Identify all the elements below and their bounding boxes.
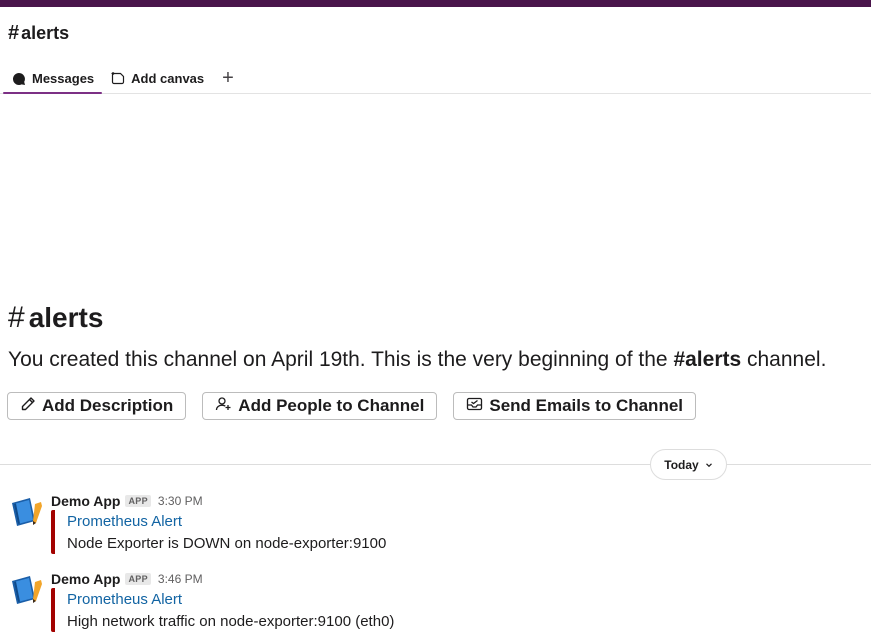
channel-tabs: Messages Add canvas + (3, 63, 244, 94)
alert-attachment: Prometheus Alert Node Exporter is DOWN o… (51, 510, 551, 554)
hash-icon: # (8, 301, 25, 334)
canvas-icon (110, 71, 126, 87)
add-description-label: Add Description (42, 396, 174, 415)
app-avatar[interactable] (8, 572, 44, 608)
app-badge: APP (125, 573, 151, 585)
date-divider-label: Today (664, 457, 699, 472)
notebook-pencil-icon (12, 498, 42, 526)
sender-name[interactable]: Demo App (51, 493, 120, 509)
attachment-title-link[interactable]: Prometheus Alert (67, 589, 551, 611)
date-divider-line (0, 464, 871, 465)
email-inbox-icon (466, 396, 483, 417)
channel-intro-actions: Add Description Add People to Channel Se… (7, 392, 697, 420)
add-description-button[interactable]: Add Description (7, 392, 187, 420)
tab-add-canvas-label: Add canvas (131, 71, 205, 86)
hash-icon: # (673, 348, 686, 371)
attachment-text: High network traffic on node-exporter:91… (67, 613, 395, 630)
notebook-pencil-icon (12, 576, 42, 604)
message-header: Demo App APP 3:30 PM (51, 492, 203, 510)
channel-intro-title: # alerts (8, 300, 103, 336)
add-person-icon (215, 396, 232, 417)
message-item[interactable]: Demo App APP 3:46 PM Prometheus Alert Hi… (0, 568, 871, 638)
channel-intro-text: You created this channel on April 19th. … (8, 346, 826, 374)
tab-messages-label: Messages (32, 71, 95, 86)
send-emails-label: Send Emails to Channel (489, 396, 684, 415)
message-bubble-icon (11, 71, 27, 87)
attachment-text: Node Exporter is DOWN on node-exporter:9… (67, 535, 387, 552)
app-badge: APP (125, 495, 151, 507)
send-emails-button[interactable]: Send Emails to Channel (453, 392, 697, 420)
message-timestamp[interactable]: 3:46 PM (158, 572, 203, 586)
date-divider-button[interactable]: Today (650, 449, 727, 480)
tab-messages[interactable]: Messages (3, 63, 103, 94)
plus-icon: + (222, 67, 234, 89)
inline-channel-link[interactable]: #alerts (673, 348, 741, 371)
intro-channel-name: alerts (28, 302, 104, 333)
channel-name: alerts (21, 23, 70, 43)
message-item[interactable]: Demo App APP 3:30 PM Prometheus Alert No… (0, 490, 871, 560)
intro-text-before: You created this channel on April 19th. … (8, 348, 674, 371)
hash-icon: # (8, 22, 20, 44)
inline-channel-name: alerts (685, 348, 742, 371)
intro-text-after: channel. (741, 348, 827, 371)
tab-add-canvas[interactable]: Add canvas (102, 63, 212, 94)
chevron-down-icon (705, 458, 713, 472)
channel-title-button[interactable]: # alerts (8, 23, 69, 43)
app-avatar[interactable] (8, 494, 44, 530)
add-people-label: Add People to Channel (238, 396, 425, 415)
add-people-button[interactable]: Add People to Channel (202, 392, 438, 420)
message-timestamp[interactable]: 3:30 PM (158, 494, 203, 508)
channel-header: # alerts Messages Add canvas + (0, 7, 871, 94)
workspace-top-strip (0, 0, 871, 7)
sender-name[interactable]: Demo App (51, 571, 120, 587)
message-header: Demo App APP 3:46 PM (51, 570, 203, 588)
pencil-icon (20, 396, 36, 417)
alert-attachment: Prometheus Alert High network traffic on… (51, 588, 551, 632)
add-tab-button[interactable]: + (212, 63, 244, 94)
attachment-title-link[interactable]: Prometheus Alert (67, 511, 551, 533)
